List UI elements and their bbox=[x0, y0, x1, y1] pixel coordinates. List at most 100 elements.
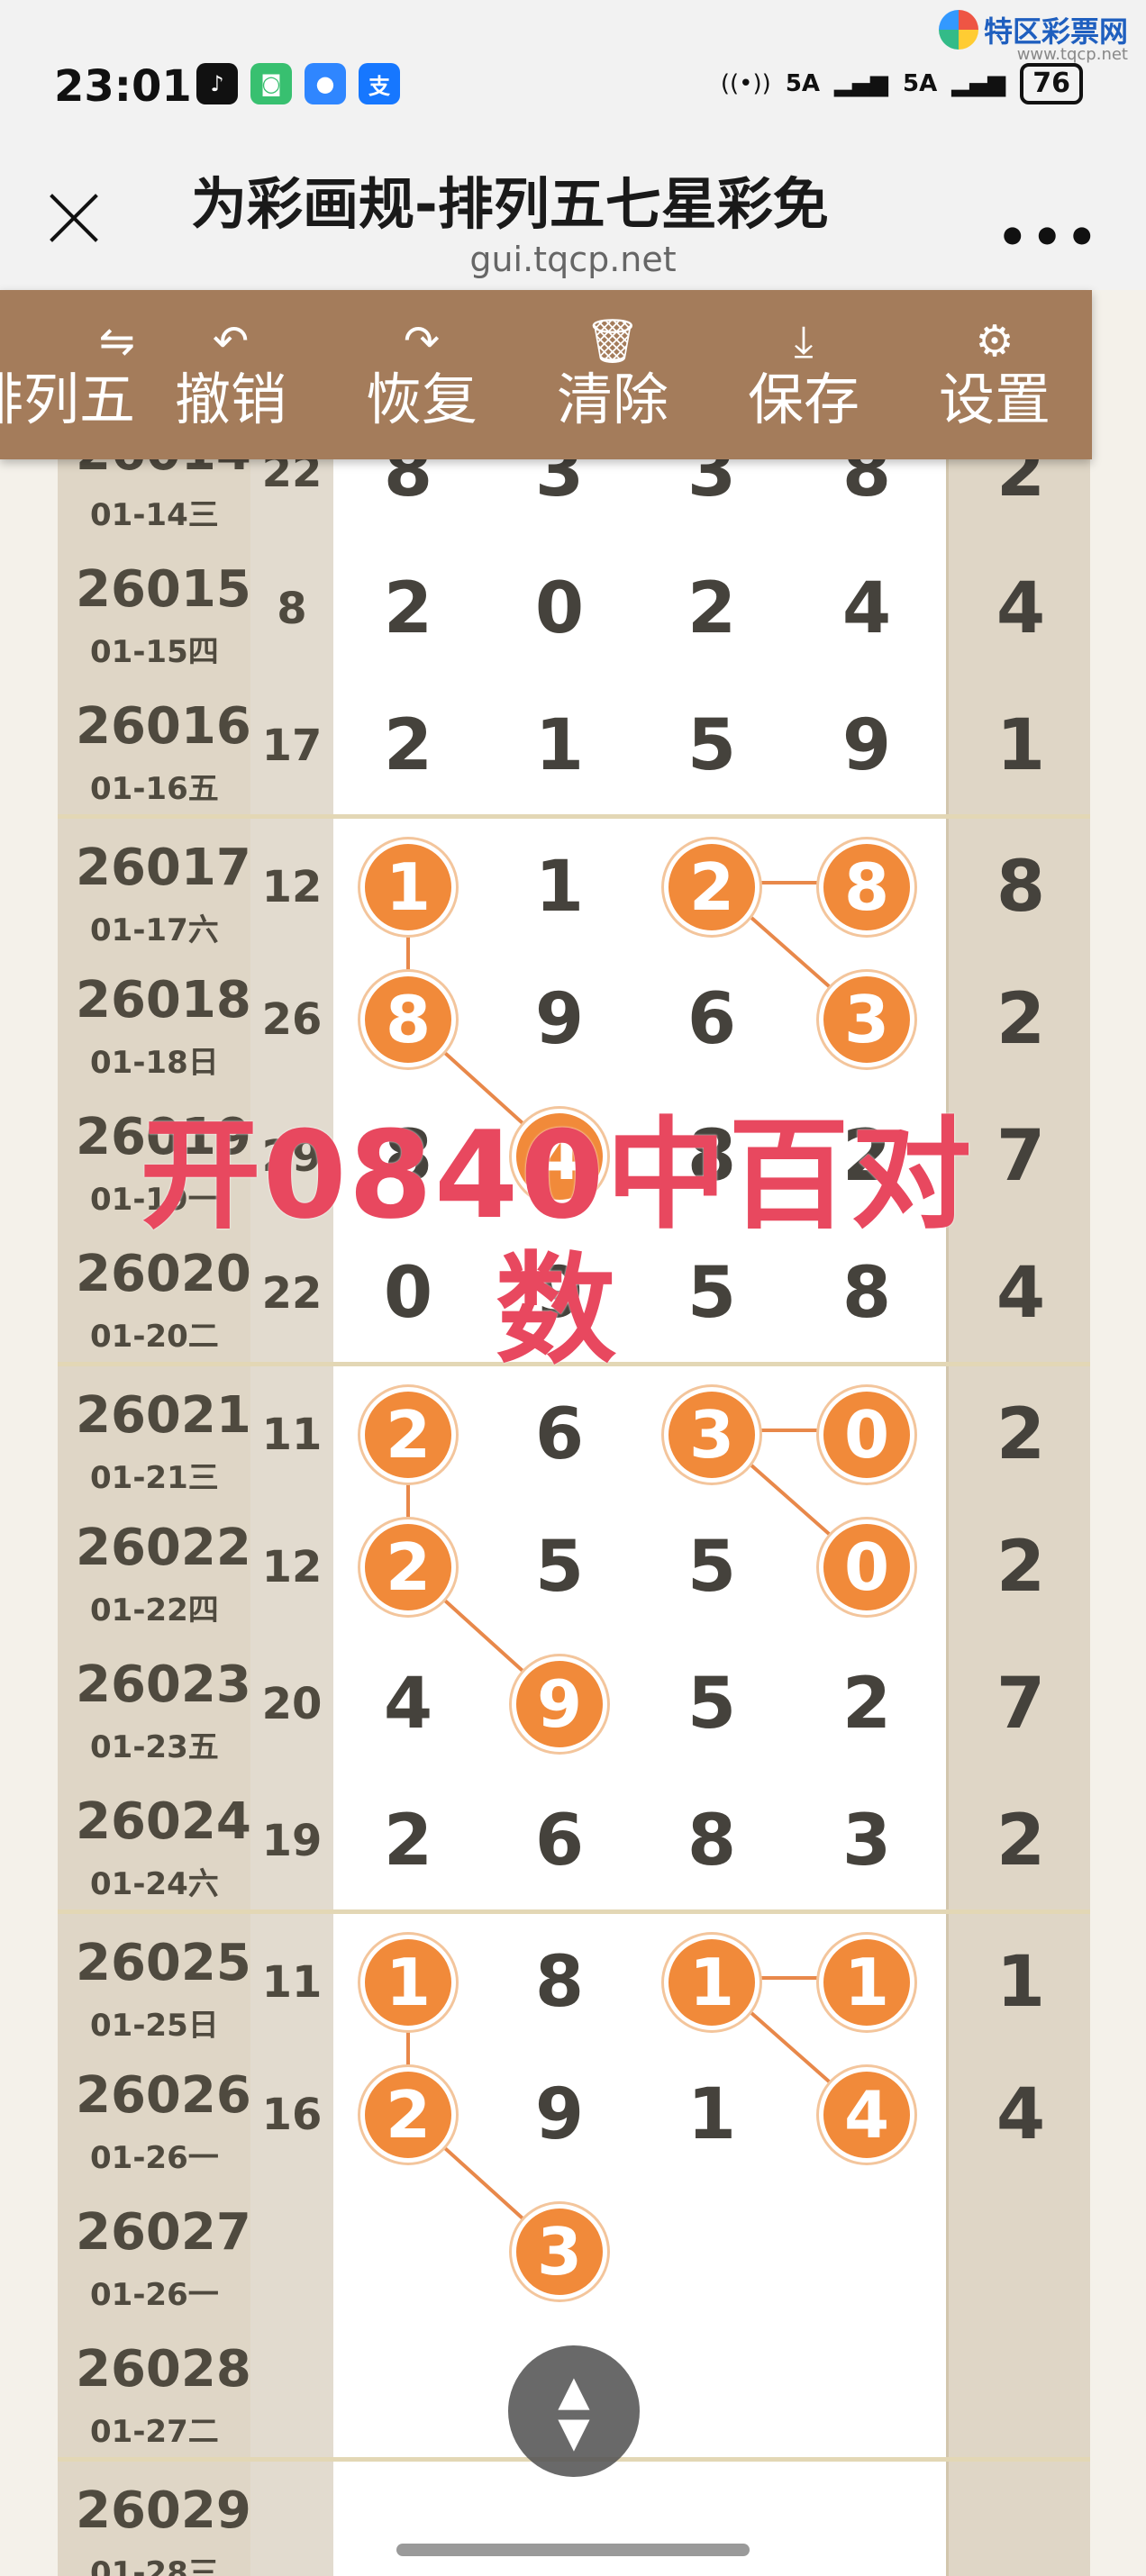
digit-cell[interactable]: 4 bbox=[787, 2046, 948, 2183]
digit-value: 8 bbox=[841, 459, 892, 512]
highlighted-digit-ball[interactable]: 2 bbox=[360, 2067, 456, 2163]
sum-cell: 20 bbox=[250, 1636, 336, 1773]
sum-cell: 11 bbox=[250, 1366, 336, 1503]
digit-cell[interactable]: 3 bbox=[787, 951, 948, 1088]
digit-cell[interactable] bbox=[787, 2320, 948, 2457]
last-digit-value: 2 bbox=[996, 979, 1046, 1060]
toolbar-save-button[interactable]: ⤓ 保存 bbox=[708, 290, 899, 459]
digit-cell[interactable]: 5 bbox=[636, 1636, 789, 1773]
digit-cell[interactable]: 5 bbox=[483, 1499, 638, 1636]
digit-cell[interactable]: 9 bbox=[483, 2046, 638, 2183]
digit-cell[interactable]: 3 bbox=[636, 459, 789, 540]
highlighted-digit-ball[interactable]: 0 bbox=[819, 1519, 914, 1615]
digit-cell[interactable]: 4 bbox=[333, 1636, 485, 1773]
highlighted-digit-ball[interactable]: 1 bbox=[360, 1935, 456, 2030]
digit-cell[interactable]: 2 bbox=[333, 1773, 485, 1909]
digit-cell[interactable]: 8 bbox=[333, 459, 485, 540]
digit-cell[interactable]: 6 bbox=[483, 1773, 638, 1909]
highlighted-digit-ball[interactable]: 3 bbox=[819, 972, 914, 1067]
digit-cell[interactable]: 8 bbox=[787, 819, 948, 956]
digit-cell[interactable]: 9 bbox=[483, 1636, 638, 1773]
issue-number: 26022 bbox=[76, 1519, 251, 1577]
digit-value: 2 bbox=[383, 568, 433, 649]
highlighted-digit-ball[interactable]: 1 bbox=[819, 1935, 914, 2030]
highlighted-digit-ball[interactable]: 8 bbox=[819, 839, 914, 935]
scroll-toggle-button[interactable]: ▲ ▼ bbox=[508, 2345, 640, 2477]
digit-cell[interactable] bbox=[333, 2320, 485, 2457]
digit-cell[interactable] bbox=[636, 2462, 789, 2576]
digit-cell[interactable] bbox=[333, 2183, 485, 2320]
digit-cell[interactable]: 8 bbox=[636, 1773, 789, 1909]
digit-cell[interactable]: 9 bbox=[787, 677, 948, 814]
digit-cell[interactable]: 6 bbox=[636, 951, 789, 1088]
digit-cell[interactable] bbox=[483, 2462, 638, 2576]
digit-cell[interactable]: 1 bbox=[333, 819, 485, 956]
highlighted-digit-ball[interactable]: 1 bbox=[360, 839, 456, 935]
digit-cell[interactable]: 2 bbox=[636, 540, 789, 677]
digit-cell[interactable]: 5 bbox=[636, 1499, 789, 1636]
toolbar-clear-button[interactable]: 🗑 清除 bbox=[517, 290, 708, 459]
toolbar-undo-button[interactable]: ↶ 撤销 bbox=[135, 290, 326, 459]
digit-cell[interactable]: 1 bbox=[483, 677, 638, 814]
home-indicator[interactable] bbox=[396, 2544, 750, 2556]
digit-cell[interactable]: 4 bbox=[787, 540, 948, 677]
digit-cell[interactable]: 1 bbox=[483, 819, 638, 956]
digit-cell[interactable]: 3 bbox=[787, 1773, 948, 1909]
digit-cell[interactable] bbox=[787, 2183, 948, 2320]
issue-cell: 26021 01-21三 bbox=[58, 1366, 253, 1503]
digit-value: 5 bbox=[687, 1664, 737, 1745]
last-digit-cell: 2 bbox=[946, 1366, 1090, 1503]
digit-cell[interactable]: 6 bbox=[483, 1366, 638, 1503]
digit-cell[interactable] bbox=[636, 2183, 789, 2320]
digit-cell[interactable]: 2 bbox=[787, 1636, 948, 1773]
close-icon[interactable] bbox=[45, 189, 103, 247]
page-url: gui.tqcp.net bbox=[469, 240, 677, 279]
digit-cell[interactable]: 0 bbox=[787, 1499, 948, 1636]
digit-cell[interactable]: 8 bbox=[483, 1914, 638, 2051]
more-menu-icon[interactable]: ••• bbox=[996, 209, 1101, 266]
issue-date: 01-25日 bbox=[90, 2008, 219, 2044]
digit-cell[interactable]: 3 bbox=[483, 2183, 638, 2320]
digit-cell[interactable]: 3 bbox=[483, 459, 638, 540]
highlighted-digit-ball[interactable]: 9 bbox=[512, 1656, 607, 1752]
digit-cell[interactable]: 1 bbox=[636, 1914, 789, 2051]
highlighted-digit-ball[interactable]: 0 bbox=[819, 1387, 914, 1483]
sum-cell bbox=[250, 2183, 336, 2320]
toolbar-redo-button[interactable]: ↷ 恢复 bbox=[326, 290, 517, 459]
digit-cell[interactable]: 2 bbox=[333, 1499, 485, 1636]
digit-cell[interactable]: 1 bbox=[333, 1914, 485, 2051]
highlighted-digit-ball[interactable]: 8 bbox=[360, 972, 456, 1067]
digit-cell[interactable]: 2 bbox=[636, 819, 789, 956]
digit-cell[interactable]: 3 bbox=[636, 1366, 789, 1503]
digit-cell[interactable]: 5 bbox=[636, 677, 789, 814]
highlighted-digit-ball[interactable]: 2 bbox=[360, 1519, 456, 1615]
digit-cell[interactable]: 2 bbox=[333, 677, 485, 814]
highlighted-digit-ball[interactable]: 2 bbox=[360, 1387, 456, 1483]
highlighted-digit-ball[interactable]: 1 bbox=[664, 1935, 759, 2030]
highlighted-digit-ball[interactable]: 3 bbox=[512, 2204, 607, 2299]
digit-cell[interactable] bbox=[636, 2320, 789, 2457]
issue-date: 01-23五 bbox=[90, 1729, 219, 1765]
digit-cell[interactable]: 8 bbox=[787, 459, 948, 540]
digit-cell[interactable]: 1 bbox=[636, 2046, 789, 2183]
digit-cell[interactable]: 1 bbox=[787, 1914, 948, 2051]
digit-cell[interactable]: 2 bbox=[333, 540, 485, 677]
highlighted-digit-ball[interactable]: 2 bbox=[664, 839, 759, 935]
digit-cell[interactable]: 0 bbox=[483, 540, 638, 677]
digit-cell[interactable]: 0 bbox=[787, 1366, 948, 1503]
digit-cell[interactable]: 2 bbox=[333, 2046, 485, 2183]
digit-cell[interactable] bbox=[333, 2462, 485, 2576]
settings-icon: ⚙ bbox=[975, 316, 1014, 367]
digit-value: 9 bbox=[534, 2074, 585, 2155]
toolbar-lottery-button[interactable]: ⇋排列五 bbox=[0, 290, 135, 459]
last-digit-value: 2 bbox=[996, 1394, 1046, 1475]
digit-cell[interactable]: 9 bbox=[483, 951, 638, 1088]
digit-cell[interactable] bbox=[787, 2462, 948, 2576]
toolbar-settings-button[interactable]: ⚙ 设置 bbox=[899, 290, 1090, 459]
digit-cell[interactable]: 8 bbox=[333, 951, 485, 1088]
highlighted-digit-ball[interactable]: 4 bbox=[819, 2067, 914, 2163]
sum-value: 12 bbox=[261, 862, 323, 912]
digit-cell[interactable]: 2 bbox=[333, 1366, 485, 1503]
highlighted-digit-ball[interactable]: 3 bbox=[664, 1387, 759, 1483]
arrow-up-icon: ▲ bbox=[558, 2366, 590, 2415]
